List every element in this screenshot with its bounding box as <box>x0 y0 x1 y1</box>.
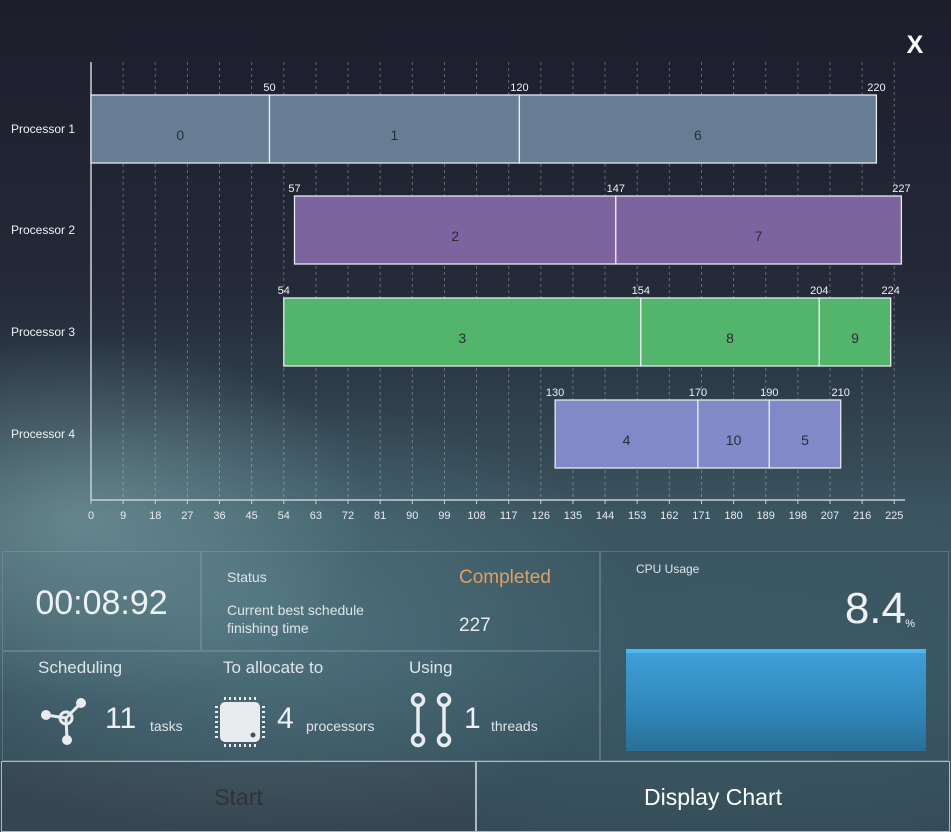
thread-chain-icon <box>410 692 452 748</box>
task-label: 1 <box>391 127 399 143</box>
elapsed-timer: 00:08:92 <box>35 584 168 622</box>
network-icon <box>41 698 86 745</box>
processor-label: Processor 4 <box>11 427 75 441</box>
x-tick-label: 108 <box>467 510 485 522</box>
task-label: 2 <box>451 228 459 244</box>
task-start-label: 154 <box>632 285 650 297</box>
x-tick-label: 144 <box>596 510 614 522</box>
task-start-label: 190 <box>760 387 778 399</box>
x-tick-label: 216 <box>853 510 871 522</box>
task-start-label: 57 <box>288 183 300 195</box>
task-start-label: 147 <box>607 183 625 195</box>
task-end-label: 224 <box>882 285 900 297</box>
cpu-chip-icon <box>215 697 265 747</box>
x-tick-label: 117 <box>500 510 518 522</box>
task-label: 7 <box>755 228 763 244</box>
x-tick-label: 171 <box>692 510 710 522</box>
cpu-usage-label: CPU Usage <box>636 562 700 576</box>
status-panel: Status Completed Current best schedule f… <box>201 551 600 651</box>
x-tick-label: 27 <box>181 510 193 522</box>
x-tick-label: 18 <box>149 510 161 522</box>
task-end-label: 227 <box>892 183 910 195</box>
best-schedule-value: 227 <box>459 615 491 636</box>
x-tick-label: 135 <box>564 510 582 522</box>
task-end-label: 210 <box>832 387 850 399</box>
x-tick-label: 189 <box>757 510 775 522</box>
close-button[interactable]: X <box>900 30 930 60</box>
x-tick-label: 36 <box>213 510 225 522</box>
task-label: 6 <box>694 127 702 143</box>
task-label: 5 <box>801 432 809 448</box>
task-label: 4 <box>623 432 631 448</box>
thread-count: 1 <box>464 702 481 735</box>
start-button[interactable]: Start <box>1 761 476 832</box>
processor-label: Processor 3 <box>11 325 75 339</box>
status-value: Completed <box>459 567 551 588</box>
x-tick-label: 162 <box>660 510 678 522</box>
x-tick-label: 153 <box>628 510 646 522</box>
x-tick-label: 9 <box>120 510 126 522</box>
x-tick-label: 90 <box>406 510 418 522</box>
task-start-label: 204 <box>810 285 828 297</box>
x-tick-label: 45 <box>246 510 258 522</box>
status-label: Status <box>227 569 267 585</box>
x-tick-label: 81 <box>374 510 386 522</box>
cpu-usage-panel: CPU Usage 8.4 % <box>600 551 949 761</box>
task-start-label: 170 <box>689 387 707 399</box>
processor-label: Processor 1 <box>11 122 75 136</box>
task-unit: tasks <box>150 718 183 734</box>
task-start-label: 50 <box>263 82 275 94</box>
processor-unit: processors <box>306 718 375 734</box>
x-tick-label: 126 <box>532 510 550 522</box>
x-tick-label: 225 <box>885 510 903 522</box>
x-tick-label: 54 <box>278 510 290 522</box>
processor-label: Processor 2 <box>11 223 75 237</box>
task-label: 8 <box>726 330 734 346</box>
task-start-label: 130 <box>546 387 564 399</box>
task-start-label: 54 <box>278 285 290 297</box>
task-end-label: 220 <box>867 82 885 94</box>
task-label: 0 <box>176 127 184 143</box>
cpu-usage-graph <box>626 649 926 751</box>
x-tick-label: 180 <box>724 510 742 522</box>
thread-unit: threads <box>491 718 538 734</box>
display-chart-button[interactable]: Display Chart <box>476 761 950 832</box>
scheduling-title: Scheduling <box>38 658 123 677</box>
x-tick-label: 63 <box>310 510 322 522</box>
allocate-title: To allocate to <box>223 658 324 677</box>
best-schedule-label: Current best schedule finishing time <box>227 602 364 636</box>
info-panel: Scheduling 11 tasks To allocate to 4 pro… <box>2 651 600 761</box>
task-label: 3 <box>458 330 466 346</box>
cpu-usage-unit: % <box>905 618 915 630</box>
task-label: 10 <box>726 432 742 448</box>
x-tick-label: 99 <box>438 510 450 522</box>
using-title: Using <box>409 658 453 677</box>
x-tick-label: 207 <box>821 510 839 522</box>
x-tick-label: 72 <box>342 510 354 522</box>
task-label: 9 <box>851 330 859 346</box>
task-count: 11 <box>105 702 137 735</box>
task-start-label: 120 <box>510 82 528 94</box>
cpu-usage-value: 8.4 <box>844 584 906 633</box>
gantt-chart: 0 9 18 27 36 45 54 63 72 81 90 99 108 117 126 135 144 153… <box>11 62 911 522</box>
x-tick-label: 0 <box>88 510 94 522</box>
x-tick-label: 198 <box>789 510 807 522</box>
timer-panel: 00:08:92 <box>2 551 201 651</box>
processor-count: 4 <box>277 702 294 735</box>
